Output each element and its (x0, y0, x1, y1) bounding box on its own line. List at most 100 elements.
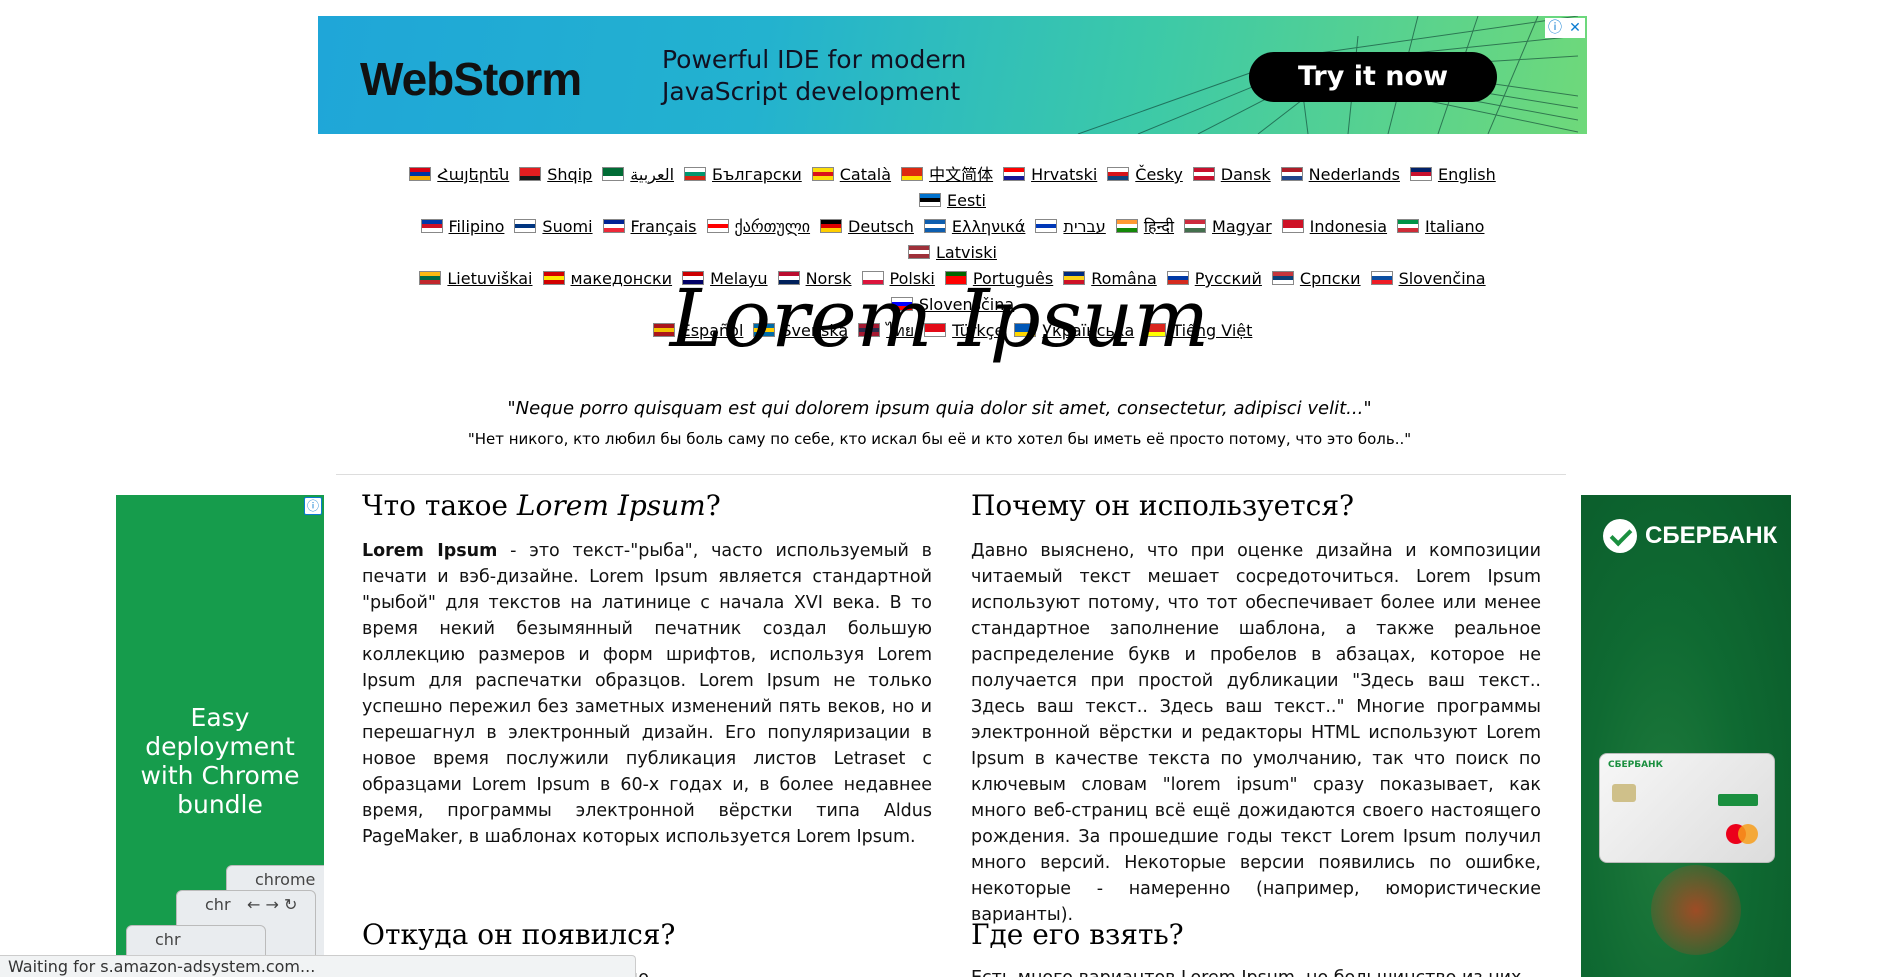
language-link[interactable]: Shqip (519, 162, 592, 188)
flag-icon (514, 219, 537, 233)
flag-icon (409, 167, 432, 181)
sberbank-logo-icon (1603, 519, 1637, 553)
flag-icon (1115, 219, 1138, 233)
language-label[interactable]: Shqip (547, 165, 592, 184)
language-link[interactable]: Indonesia (1281, 214, 1387, 240)
flag-icon (1280, 167, 1303, 181)
flag-icon (602, 219, 625, 233)
language-label[interactable]: Hrvatski (1031, 165, 1097, 184)
language-link[interactable]: Ελληνικά (923, 214, 1026, 240)
language-link[interactable]: Hrvatski (1003, 162, 1097, 188)
language-label[interactable]: हिन्दी (1144, 217, 1174, 236)
flag-icon (420, 219, 443, 233)
language-link[interactable]: العربية (602, 162, 674, 188)
flag-icon (811, 167, 834, 181)
article-why: Почему он используется? Давно выяснено, … (971, 486, 1541, 928)
language-label[interactable]: Dansk (1221, 165, 1271, 184)
language-link[interactable]: Suomi (514, 214, 593, 240)
flag-icon (1035, 219, 1058, 233)
language-label[interactable]: Français (631, 217, 697, 236)
top-banner-ad[interactable]: WebStorm Powerful IDE for modern JavaScr… (318, 16, 1587, 134)
page-title: Lorem Ipsum (669, 272, 1210, 365)
language-label[interactable]: 中文简体 (929, 165, 993, 184)
language-label[interactable]: Indonesia (1310, 217, 1387, 236)
language-label[interactable]: Filipino (449, 217, 505, 236)
language-link[interactable]: हिन्दी (1115, 214, 1174, 240)
language-label[interactable]: English (1438, 165, 1496, 184)
section-body: Давно выяснено, что при оценке дизайна и… (971, 541, 1541, 925)
window-label: chr (155, 930, 181, 949)
flag-icon (684, 167, 707, 181)
language-link[interactable]: עברית (1035, 214, 1106, 240)
section-body-snippet: Есть много вариантов Lorem Ipsum, но бол… (971, 965, 1541, 977)
language-link[interactable]: Deutsch (820, 214, 914, 240)
language-link[interactable]: Nederlands (1280, 162, 1400, 188)
flag-icon (519, 167, 542, 181)
language-link[interactable]: Français (602, 214, 697, 240)
language-label[interactable]: Latviski (936, 243, 997, 262)
card-bank-name: СБЕРБАНК (1608, 760, 1663, 770)
language-label[interactable]: עברית (1063, 217, 1105, 236)
credit-card-image: СБЕРБАНК (1599, 753, 1775, 863)
language-label[interactable]: Italiano (1425, 217, 1484, 236)
language-label[interactable]: Česky (1135, 165, 1183, 184)
section-heading: Что такое Lorem Ipsum? (362, 489, 721, 522)
language-label[interactable]: Български (712, 165, 802, 184)
card-chip-icon (1612, 784, 1636, 802)
info-icon[interactable]: ⓘ (304, 497, 322, 515)
mastercard-icon (1738, 824, 1758, 844)
language-label[interactable]: العربية (630, 165, 674, 184)
language-link[interactable]: Català (811, 162, 891, 188)
language-label[interactable]: Nederlands (1309, 165, 1400, 184)
section-body: Lorem Ipsum - это текст-"рыба", часто ис… (362, 541, 932, 847)
language-link[interactable]: Latviski (908, 240, 997, 266)
flag-icon (706, 219, 729, 233)
language-label[interactable]: Suomi (542, 217, 592, 236)
language-link[interactable]: Italiano (1397, 214, 1484, 240)
language-link[interactable]: Eesti (918, 188, 986, 214)
info-icon[interactable]: ⓘ (1545, 18, 1565, 38)
language-link[interactable]: Filipino (420, 214, 505, 240)
language-link[interactable]: 中文简体 (901, 162, 993, 188)
language-label[interactable]: Magyar (1212, 217, 1272, 236)
flag-icon (918, 193, 941, 207)
sberbank-logo: СБЕРБАНК (1603, 519, 1777, 553)
latin-quote: "Neque porro quisquam est qui dolorem ip… (507, 398, 1372, 419)
language-link[interactable]: Հայերեն (409, 162, 509, 188)
language-link[interactable]: ქართული (706, 214, 811, 240)
language-label[interactable]: Eesti (947, 191, 986, 210)
flag-icon (1409, 167, 1432, 181)
language-label[interactable]: Deutsch (848, 217, 914, 236)
browser-status-bar: Waiting for s.amazon-adsystem.com... (0, 955, 636, 977)
flag-icon (1003, 167, 1026, 181)
flag-icon (1397, 219, 1420, 233)
right-side-ad[interactable]: СБЕРБАНК СБЕРБАНК (1581, 495, 1791, 977)
flag-icon (1281, 219, 1304, 233)
russian-quote: "Нет никого, кто любил бы боль саму по с… (467, 430, 1412, 448)
language-link[interactable]: English (1409, 162, 1496, 188)
language-link[interactable]: Dansk (1192, 162, 1271, 188)
sberbank-brand: СБЕРБАНК (1645, 522, 1778, 549)
flag-icon (923, 219, 946, 233)
window-label: chr (205, 895, 231, 914)
language-label[interactable]: Հայերեն (437, 165, 509, 184)
adchoices[interactable]: ⓘ ✕ (1545, 18, 1585, 38)
ad-message: Easy deployment with Chrome bundle (140, 703, 300, 819)
left-side-ad[interactable]: ⓘ Easy deployment with Chrome bundle chr… (116, 495, 324, 977)
try-it-now-button[interactable]: Try it now (1249, 52, 1497, 102)
flag-icon (1184, 219, 1207, 233)
decorative-glow (1651, 865, 1741, 955)
language-link[interactable]: Magyar (1184, 214, 1272, 240)
language-link[interactable]: Česky (1107, 162, 1183, 188)
section-heading-origin: Откуда он появился? (362, 918, 676, 951)
window-label: chrome (255, 870, 316, 889)
language-label[interactable]: Ελληνικά (952, 217, 1026, 236)
language-link[interactable]: Български (684, 162, 802, 188)
divider (336, 474, 1566, 475)
close-icon[interactable]: ✕ (1565, 18, 1585, 38)
card-tag (1718, 794, 1758, 806)
language-label[interactable]: ქართული (735, 217, 811, 236)
language-label[interactable]: Català (840, 165, 891, 184)
ad-brand: WebStorm (360, 53, 582, 105)
flag-icon (901, 167, 924, 181)
